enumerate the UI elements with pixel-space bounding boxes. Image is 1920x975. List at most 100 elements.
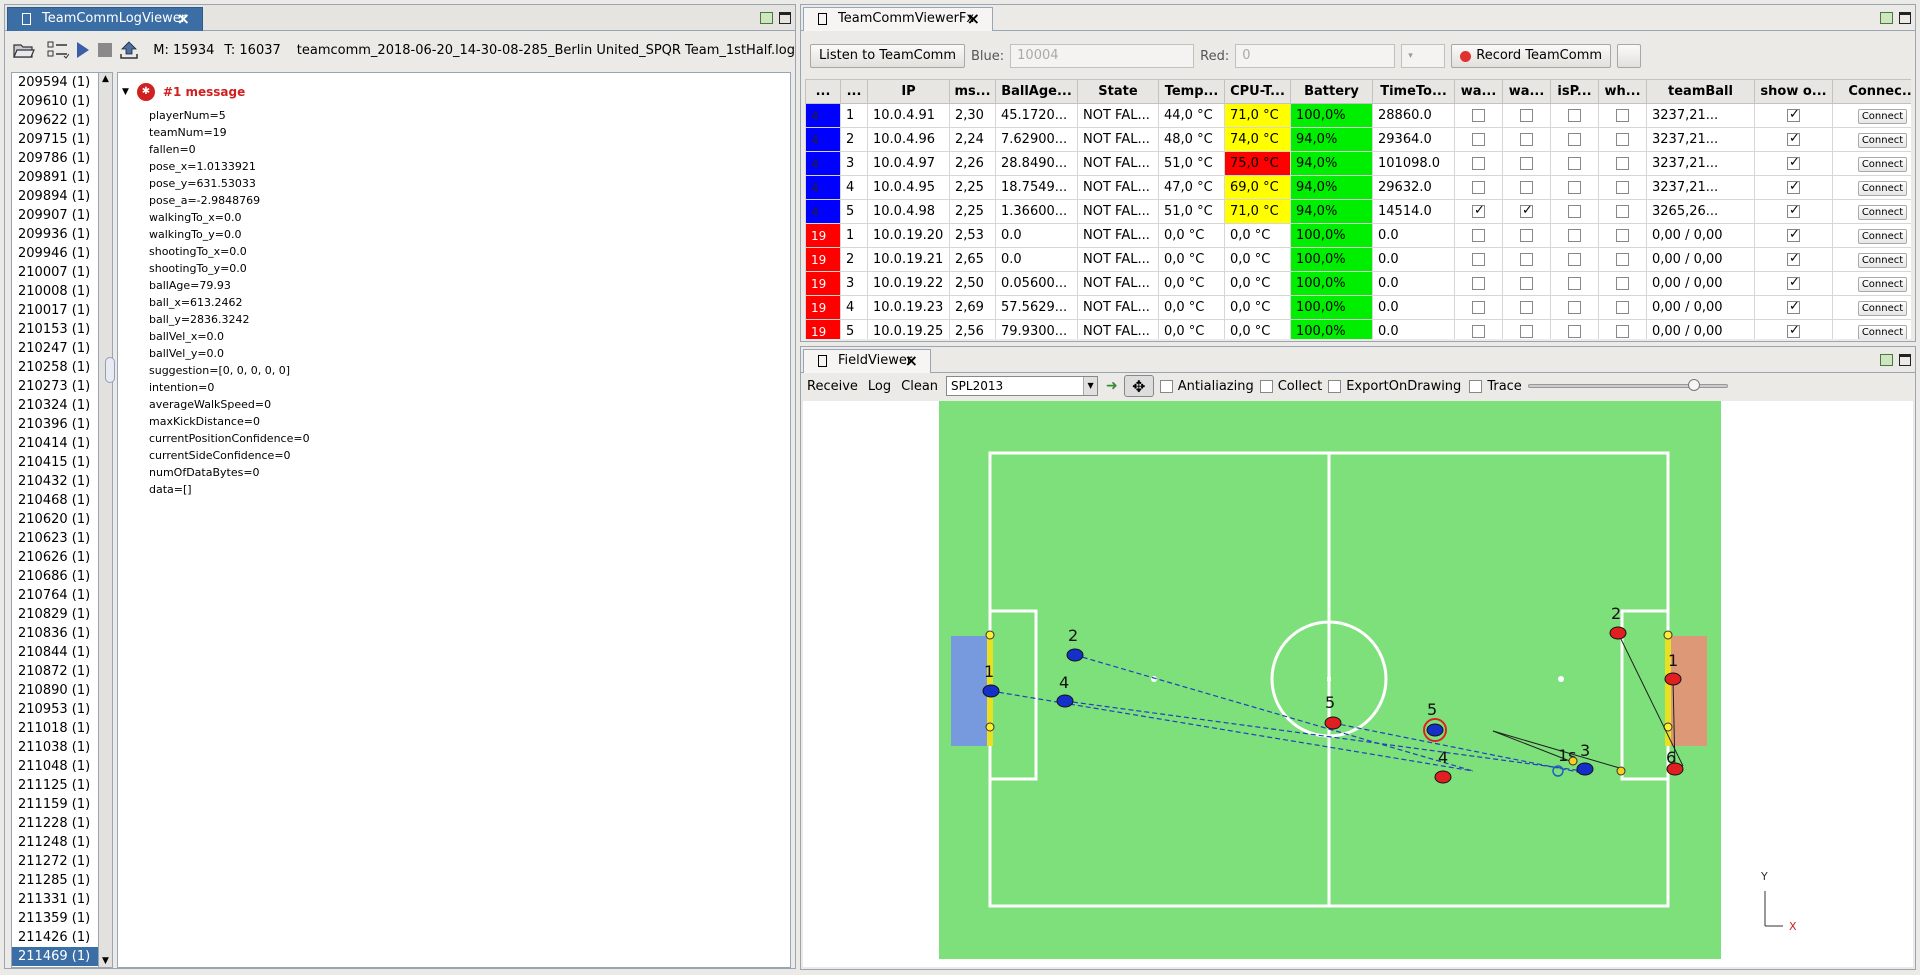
wh-checkbox[interactable] [1616,157,1629,170]
field-select[interactable]: SPL2013 ▼ [946,376,1099,396]
frame-list-item[interactable]: 210623 (1) [12,529,112,548]
folder-open-icon[interactable] [13,40,35,60]
column-header[interactable]: wh... [1598,79,1647,104]
connect-button[interactable]: Connect [1857,204,1908,220]
restore-icon[interactable] [1880,12,1893,24]
frame-list-scrollbar[interactable]: ▲ ▼ [98,73,112,967]
column-header[interactable]: IP [867,79,950,104]
frame-list-item[interactable]: 211331 (1) [12,890,112,909]
record-teamcomm-button[interactable]: Record TeamComm [1451,44,1612,68]
frame-list-item[interactable]: 210836 (1) [12,624,112,643]
frame-list-item[interactable]: 209594 (1) [12,73,112,92]
column-header[interactable]: isP... [1550,79,1599,104]
wh-checkbox[interactable] [1616,109,1629,122]
tab-teamcomm-viewer[interactable]: TeamCommViewerFx × [803,7,993,31]
frame-list-item[interactable]: 210017 (1) [12,301,112,320]
tab-teamcomm-log-viewer[interactable]: TeamCommLogViewer × [7,7,203,31]
frame-list-item[interactable]: 209715 (1) [12,130,112,149]
frame-list-item[interactable]: 209936 (1) [12,225,112,244]
frame-list-item[interactable]: 210872 (1) [12,662,112,681]
frame-list-item[interactable]: 210432 (1) [12,472,112,491]
table-row[interactable]: 4 5 10.0.4.98 2,25 1.36600... NOT FAL... 51,0 … [805,199,1911,224]
wa2-checkbox[interactable] [1520,253,1533,266]
table-row[interactable]: 19 4 10.0.19.23 2,69 57.5629... NOT FAL... 0,0… [805,295,1911,320]
column-header[interactable]: ... [840,79,868,104]
frame-list-item[interactable]: 209891 (1) [12,168,112,187]
wh-checkbox[interactable] [1616,205,1629,218]
frame-list-item[interactable]: 211048 (1) [12,757,112,776]
export-on-drawing-checkbox[interactable] [1328,379,1342,393]
wa2-checkbox[interactable] [1520,325,1533,338]
table-row[interactable]: 4 4 10.0.4.95 2,25 18.7549... NOT FAL... 47,0 … [805,175,1911,200]
table-row[interactable]: 19 1 10.0.19.20 2,53 0.0 NOT FAL... 0,0 °C 0,0 … [805,223,1911,248]
table-row[interactable]: 19 3 10.0.19.22 2,50 0.05600... NOT FAL... 0,0… [805,271,1911,296]
show-checkbox[interactable] [1787,299,1800,314]
show-checkbox[interactable] [1787,131,1800,146]
wh-checkbox[interactable] [1616,133,1629,146]
isp-checkbox[interactable] [1568,181,1581,194]
column-header[interactable]: show o... [1754,79,1833,104]
column-header[interactable]: wa... [1502,79,1551,104]
maximize-icon[interactable] [1899,12,1911,24]
column-header[interactable]: wa... [1454,79,1503,104]
table-row[interactable]: 19 5 10.0.19.25 2,56 79.9300... NOT FAL... 0,0… [805,319,1911,339]
show-checkbox[interactable] [1787,275,1800,290]
column-header[interactable]: CPU-T... [1224,79,1291,104]
wa1-checkbox[interactable] [1472,229,1485,242]
wh-checkbox[interactable] [1616,253,1629,266]
trace-slider-thumb[interactable] [1687,379,1700,391]
frame-list-item[interactable]: 210764 (1) [12,586,112,605]
stop-icon[interactable] [97,40,113,60]
blue-port-field[interactable]: 10004 [1010,44,1195,68]
frame-list-item[interactable]: 211018 (1) [12,719,112,738]
isp-checkbox[interactable] [1568,301,1581,314]
restore-icon[interactable] [1880,354,1893,366]
maximize-icon[interactable] [779,12,791,24]
column-header[interactable]: teamBall [1646,79,1755,104]
red-port-field[interactable]: 0 [1235,44,1396,68]
frame-list-item[interactable]: 210829 (1) [12,605,112,624]
trace-slider[interactable] [1527,376,1728,396]
column-header[interactable]: State [1077,79,1159,104]
wa2-checkbox[interactable] [1520,301,1533,314]
isp-checkbox[interactable] [1568,277,1581,290]
connect-button[interactable]: Connect [1857,180,1908,196]
play-icon[interactable] [75,40,91,60]
wa1-checkbox[interactable] [1472,325,1485,338]
show-checkbox[interactable] [1787,323,1800,338]
collect-checkbox[interactable] [1259,379,1273,393]
close-icon[interactable]: × [967,8,980,30]
frame-list-item[interactable]: 211469 (1) [12,947,112,966]
column-header[interactable]: Connec... [1832,79,1911,104]
column-header[interactable]: Battery [1290,79,1373,104]
wa2-checkbox[interactable] [1520,133,1533,146]
show-checkbox[interactable] [1787,251,1800,266]
color-dropdown[interactable]: ▾ [1401,44,1446,68]
log-button[interactable]: Log [868,379,891,394]
soccer-field-canvas[interactable]: 1245 5214 3 61s Y X [803,401,1913,967]
wa2-checkbox[interactable] [1520,203,1533,218]
trace-checkbox[interactable] [1469,379,1483,393]
frame-list-item[interactable]: 209622 (1) [12,111,112,130]
message-node[interactable]: ▼ ✱ #1 message [122,83,245,101]
wa1-checkbox[interactable] [1472,181,1485,194]
frame-list-item[interactable]: 210686 (1) [12,567,112,586]
restore-icon[interactable] [760,12,773,24]
wa2-checkbox[interactable] [1520,109,1533,122]
wa1-checkbox[interactable] [1472,109,1485,122]
frame-list-item[interactable]: 211285 (1) [12,871,112,890]
frame-list-item[interactable]: 210324 (1) [12,396,112,415]
connect-button[interactable]: Connect [1857,300,1908,316]
frame-list-item[interactable]: 209786 (1) [12,149,112,168]
frame-list-item[interactable]: 210844 (1) [12,643,112,662]
frame-list-item[interactable]: 210468 (1) [12,491,112,510]
frame-list-item[interactable]: 211359 (1) [12,909,112,928]
stop-record-button[interactable] [1617,44,1642,68]
table-row[interactable]: 19 2 10.0.19.21 2,65 0.0 NOT FAL... 0,0 °C 0,0 … [805,247,1911,272]
wa1-checkbox[interactable] [1472,253,1485,266]
upload-icon[interactable] [119,40,139,60]
green-arrow-icon[interactable]: ➜ [1106,378,1118,394]
isp-checkbox[interactable] [1568,229,1581,242]
frame-list[interactable]: 209594 (1) 209610 (1) 209622 (1) 209715 (1)… [11,72,113,968]
frame-list-item[interactable]: 210415 (1) [12,453,112,472]
